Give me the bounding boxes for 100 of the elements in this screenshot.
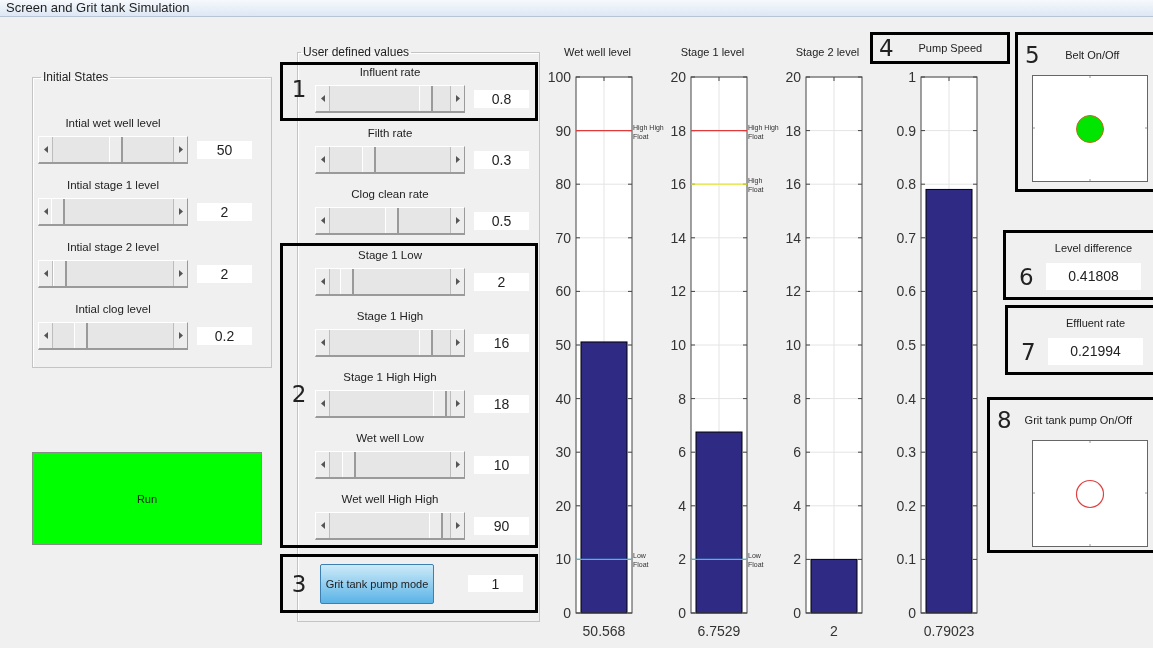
slider-thumb[interactable] [109,137,124,162]
scroll-right-button[interactable] [173,323,187,348]
slider-thumb[interactable] [418,330,433,355]
slider[interactable] [38,260,188,288]
slider-label: Wet well Low [355,431,425,445]
slider[interactable] [315,268,465,296]
scroll-right-button[interactable] [450,452,464,477]
scroll-right-button[interactable] [450,208,464,233]
slider[interactable] [315,512,465,540]
slider[interactable] [315,329,465,357]
slider[interactable] [38,322,188,350]
scroll-right-button[interactable] [450,86,464,111]
threshold-line [690,129,748,132]
value-field[interactable]: 10 [474,456,529,474]
scroll-right-button[interactable] [450,513,464,538]
scroll-left-button[interactable] [316,391,330,416]
slider-thumb[interactable] [361,147,376,172]
axis-tick-label: 0 [908,605,916,621]
value-field[interactable]: 2 [197,203,252,221]
caret-left-icon [320,522,325,529]
scroll-left-button[interactable] [39,137,53,162]
slider-thumb[interactable] [418,86,433,111]
slider-thumb[interactable] [384,208,399,233]
axis-tick-label: 0.2 [896,497,916,514]
caret-left-icon [320,461,325,468]
axis-tick-label: 8 [793,390,801,407]
axis-tick-label: 6.7529 [697,623,741,639]
value-field[interactable]: 18 [474,395,529,413]
axis-tick-label: 1 [908,69,916,85]
slider[interactable] [315,207,465,235]
callout-number: 5 [1024,43,1040,67]
axis-tick-label: 0.6 [896,283,916,300]
value-field[interactable]: 2 [197,265,252,283]
scroll-left-button[interactable] [316,513,330,538]
callout-number: 7 [1021,339,1037,364]
scroll-right-button[interactable] [450,330,464,355]
caret-right-icon [455,461,460,468]
value-field[interactable]: 0.8 [474,90,529,108]
scroll-left-button[interactable] [316,86,330,111]
axis-tick-label: 0 [678,605,686,621]
value-field[interactable]: 0.5 [474,212,529,230]
axis-tick-label: 6 [678,444,686,461]
caret-right-icon [455,156,460,163]
slider[interactable] [38,136,188,164]
scroll-left-button[interactable] [316,452,330,477]
caret-right-icon [178,146,183,153]
value-field[interactable]: 1 [468,575,523,592]
value-field[interactable]: 2 [474,273,529,291]
axis-tick-label: 0 [793,605,801,621]
slider-thumb[interactable] [433,391,448,416]
caret-left-icon [320,339,325,346]
caret-left-icon [320,278,325,285]
chart-title: Pump Speed [917,42,984,54]
threshold-line [575,129,633,132]
axis-tick-label: 50.568 [582,623,626,639]
slider[interactable] [38,198,188,226]
value-field[interactable]: 0.3 [474,151,529,169]
caret-right-icon [455,522,460,529]
slider-thumb[interactable] [429,513,444,538]
axis-tick-label: 100 [547,69,571,85]
scroll-left-button[interactable] [316,147,330,172]
scroll-right-button[interactable] [450,391,464,416]
scroll-right-button[interactable] [450,269,464,294]
scroll-right-button[interactable] [173,261,187,286]
scroll-right-button[interactable] [173,137,187,162]
slider-label: Stage 1 High [355,309,425,323]
value-field[interactable]: 90 [474,517,529,535]
axis-tick-label: 60 [555,283,571,300]
scroll-left-button[interactable] [39,261,53,286]
scroll-right-button[interactable] [450,147,464,172]
caret-left-icon [43,208,48,215]
axis-tick-label: 0.8 [896,176,916,193]
slider-thumb[interactable] [341,452,356,477]
caret-left-icon [320,400,325,407]
value-field[interactable]: 0.2 [197,327,252,345]
value-field[interactable]: 50 [197,141,252,159]
caret-left-icon [43,332,48,339]
slider-thumb[interactable] [51,199,66,224]
axis-tick-label: 12 [670,283,686,300]
value-field[interactable]: 16 [474,334,529,352]
mode-button[interactable]: Grit tank pump mode [320,563,434,604]
scroll-left-button[interactable] [316,269,330,294]
scroll-left-button[interactable] [316,330,330,355]
slider[interactable] [315,146,465,174]
slider-label: Intial wet well level [64,116,162,130]
scroll-right-button[interactable] [173,199,187,224]
axis-tick-label: 0 [563,605,571,621]
axis-tick-label: 16 [785,176,801,193]
scroll-left-button[interactable] [316,208,330,233]
slider-label: Intial clog level [74,302,152,316]
panel-title: User defined values [302,45,411,59]
callout-number: 8 [996,408,1012,432]
slider[interactable] [315,451,465,479]
slider[interactable] [315,390,465,418]
scroll-left-button[interactable] [39,323,53,348]
slider-thumb[interactable] [74,323,89,348]
axis-tick-label: 14 [785,229,801,246]
slider-thumb[interactable] [340,269,355,294]
run-button[interactable]: Run [32,452,262,545]
slider[interactable] [315,85,465,113]
